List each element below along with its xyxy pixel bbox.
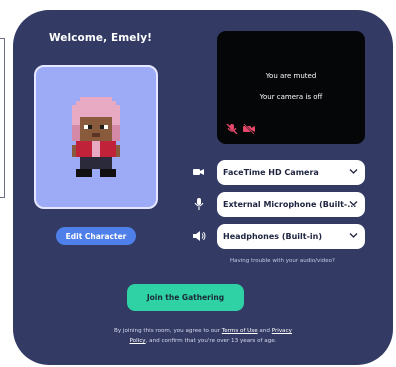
chevron-down-icon: [349, 233, 358, 238]
speaker-device-row: Headphones (Built-in): [193, 224, 365, 249]
speaker-select-value: Headphones (Built-in): [223, 232, 323, 241]
muted-status: You are muted: [265, 72, 317, 80]
camera-select[interactable]: FaceTime HD Camera: [217, 160, 365, 185]
character-preview: [34, 65, 158, 209]
legal-and: and: [259, 328, 270, 334]
avatar-character-icon: [72, 97, 120, 177]
mic-muted-icon[interactable]: [226, 124, 238, 134]
speaker-select[interactable]: Headphones (Built-in): [217, 224, 365, 249]
camera-off-icon[interactable]: [243, 124, 256, 134]
welcome-title: Welcome, Emely!: [49, 32, 153, 44]
microphone-icon: [194, 198, 204, 210]
terms-of-use-link[interactable]: Terms of Use: [222, 328, 258, 334]
microphone-select-value: External Microphone (Built-...: [223, 200, 357, 209]
privacy-link-line1[interactable]: Privacy: [272, 328, 292, 334]
legal-notice: By joining this room, you agree to our T…: [73, 326, 333, 346]
video-camera-icon: [193, 169, 204, 175]
speaker-icon: [193, 231, 206, 241]
chevron-down-icon: [349, 201, 358, 206]
camera-select-value: FaceTime HD Camera: [223, 168, 319, 177]
audio-video-help-link[interactable]: Having trouble with your audio/video?: [230, 258, 335, 264]
microphone-select[interactable]: External Microphone (Built-...: [217, 192, 365, 217]
privacy-link-line2[interactable]: Policy: [130, 338, 146, 344]
camera-status: Your camera is off: [259, 93, 323, 101]
join-gathering-button[interactable]: Join the Gathering: [127, 284, 244, 311]
chevron-down-icon: [349, 169, 358, 174]
background-window-edge: [0, 38, 5, 198]
camera-device-row: FaceTime HD Camera: [193, 160, 365, 185]
edit-character-button[interactable]: Edit Character: [56, 227, 136, 245]
legal-suffix: , and confirm that you're over 13 years …: [145, 338, 277, 344]
join-room-panel: Welcome, Emely! Edit Character You are m…: [13, 10, 393, 365]
video-preview: You are muted Your camera is off: [217, 31, 365, 144]
microphone-device-row: External Microphone (Built-...: [193, 192, 365, 217]
legal-prefix: By joining this room, you agree to our: [114, 328, 220, 334]
